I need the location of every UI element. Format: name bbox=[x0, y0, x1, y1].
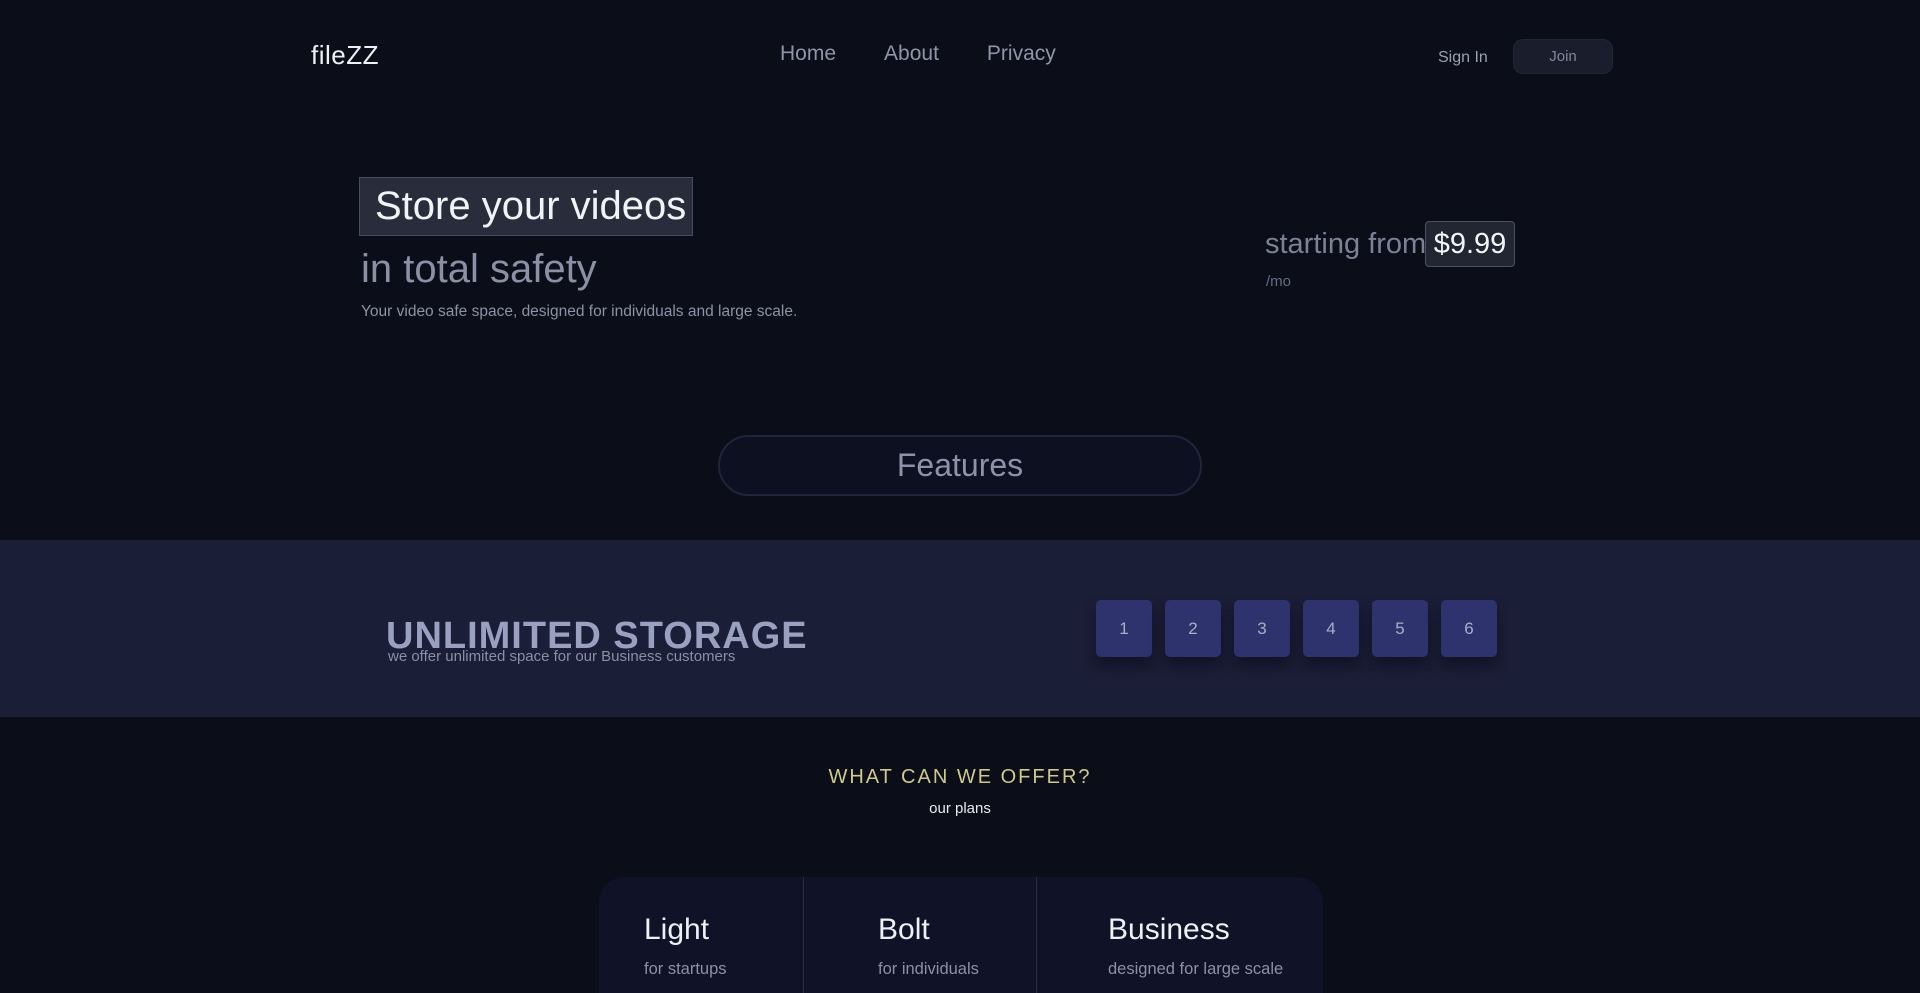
plan-name: Business bbox=[1108, 913, 1323, 947]
hero-subtitle: Your video safe space, designed for indi… bbox=[361, 303, 797, 321]
price-value: $9.99 bbox=[1425, 221, 1515, 267]
storage-banner-subtitle: we offer unlimited space for our Busines… bbox=[388, 648, 735, 665]
page-square-5[interactable]: 5 bbox=[1372, 600, 1428, 657]
page-square-2[interactable]: 2 bbox=[1165, 600, 1221, 657]
plan-light[interactable]: Light for startups bbox=[599, 877, 803, 993]
site-logo: fileZZ bbox=[311, 40, 379, 71]
page-square-3[interactable]: 3 bbox=[1234, 600, 1290, 657]
storage-banner: UNLIMITED STORAGE we offer unlimited spa… bbox=[0, 540, 1920, 717]
plan-name: Light bbox=[644, 913, 803, 947]
plan-description: designed for large scale bbox=[1108, 960, 1323, 979]
join-button[interactable]: Join bbox=[1513, 39, 1613, 74]
price-period: /mo bbox=[1266, 273, 1291, 290]
nav-link-home[interactable]: Home bbox=[780, 42, 836, 66]
hero-title-line2: in total safety bbox=[361, 247, 597, 292]
plan-name: Bolt bbox=[878, 913, 1036, 947]
plan-description: for startups bbox=[644, 960, 803, 979]
offer-heading: WHAT CAN WE OFFER? bbox=[0, 766, 1920, 789]
main-nav: Home About Privacy bbox=[780, 42, 1056, 66]
plan-bolt[interactable]: Bolt for individuals bbox=[803, 877, 1036, 993]
plan-description: for individuals bbox=[878, 960, 1036, 979]
nav-link-about[interactable]: About bbox=[884, 42, 939, 66]
nav-link-privacy[interactable]: Privacy bbox=[987, 42, 1056, 66]
features-button[interactable]: Features bbox=[718, 435, 1202, 496]
pagination-squares: 1 2 3 4 5 6 bbox=[1096, 600, 1497, 657]
page-square-4[interactable]: 4 bbox=[1303, 600, 1359, 657]
hero-title-highlight: Store your videos bbox=[359, 177, 693, 236]
sign-in-link[interactable]: Sign In bbox=[1438, 49, 1488, 67]
page-square-1[interactable]: 1 bbox=[1096, 600, 1152, 657]
offer-subheading: our plans bbox=[0, 800, 1920, 817]
pricing-prefix: starting from bbox=[1265, 228, 1426, 261]
plans-card: Light for startups Bolt for individuals … bbox=[599, 877, 1323, 993]
page-square-6[interactable]: 6 bbox=[1441, 600, 1497, 657]
plan-business[interactable]: Business designed for large scale bbox=[1036, 877, 1323, 993]
